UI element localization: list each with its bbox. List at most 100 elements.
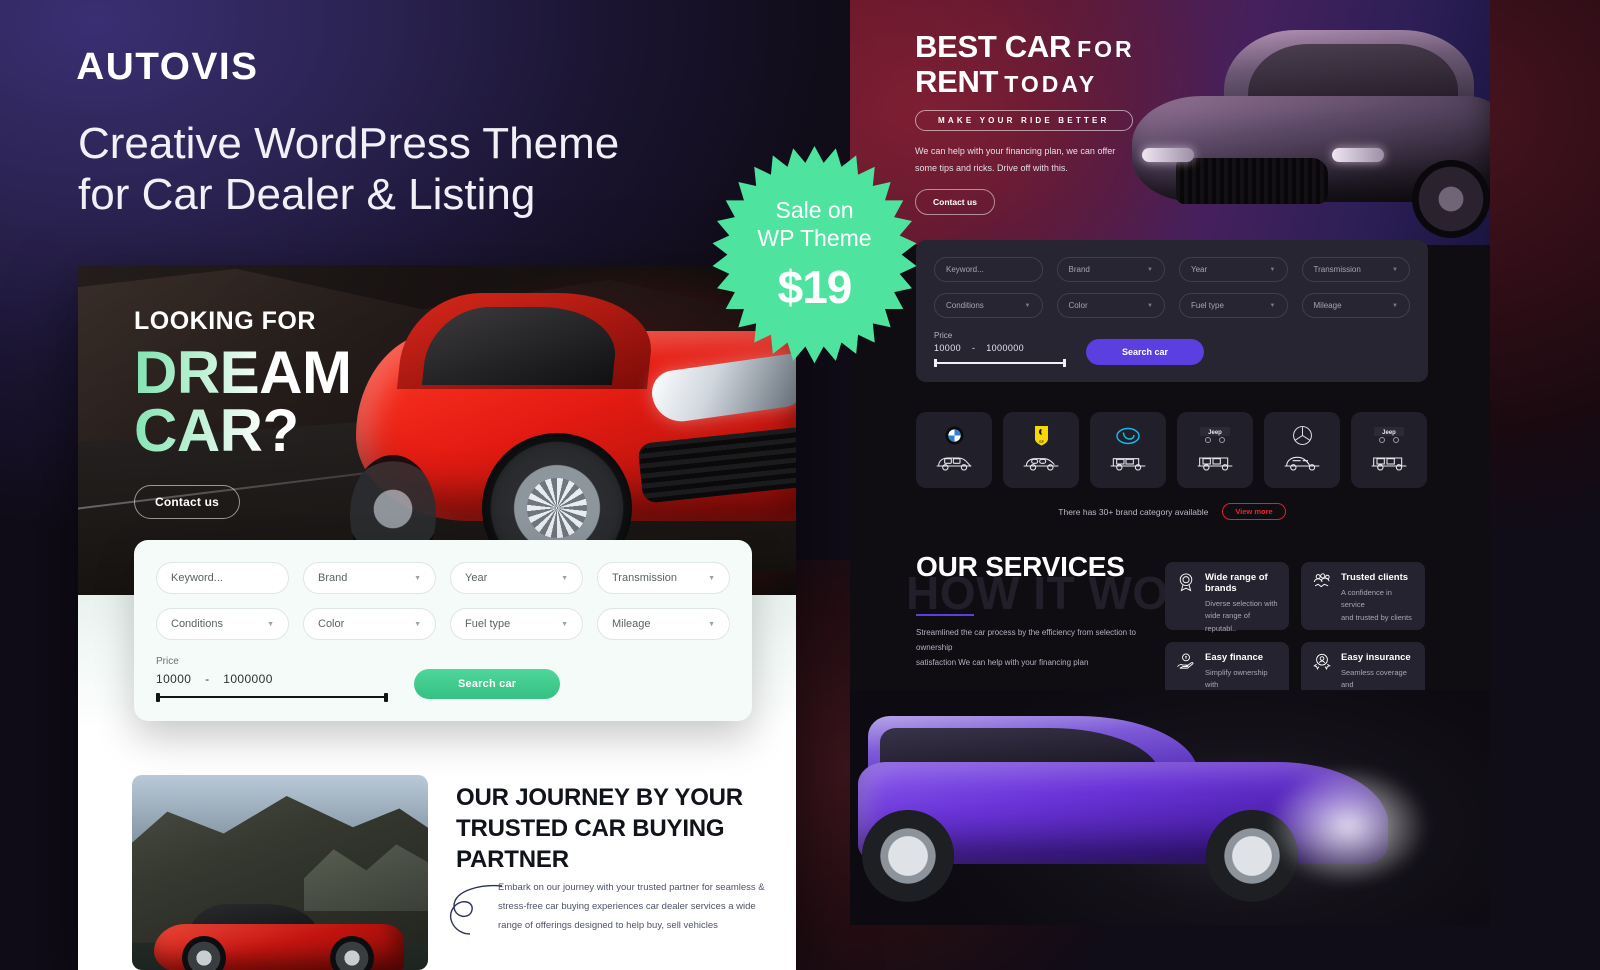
brand-tile-ferrari[interactable]: SF [1003, 412, 1079, 488]
svg-text:Jeep: Jeep [1208, 430, 1222, 436]
journey-photo [132, 775, 428, 970]
service-card-body: A confidence in service and trusted by c… [1341, 587, 1415, 624]
search-car-button[interactable]: Search car [414, 669, 561, 699]
search-field-fueltype-label: Fuel type [465, 618, 511, 630]
service-card-trusted-clients[interactable]: Trusted clients A confidence in service … [1301, 562, 1425, 630]
right-hero-desc: We can help with your financing plan, we… [915, 143, 1135, 176]
slider-knob-max[interactable] [384, 693, 388, 702]
search-field-brand[interactable]: Brand ▼ [303, 562, 436, 594]
ferrari-logo-icon: SF [1034, 424, 1049, 448]
jeep-logo-icon: Jeep [1374, 424, 1404, 448]
services-desc-line-1: Streamlined the car process by the effic… [916, 628, 1136, 653]
right-price-filter: Price 10000 - 1000000 Search car [934, 331, 1410, 367]
right-hero-line-1: BEST CAR FOR [915, 29, 1135, 65]
product-tagline: Creative WordPress Theme for Car Dealer … [78, 118, 738, 221]
r-search-car-button[interactable]: Search car [1086, 339, 1205, 365]
brand-tile-jeep-1[interactable]: Jeep [1177, 412, 1253, 488]
left-site-mockup: LOOKING FOR DREAM CAR? Contact us Keywor… [78, 265, 796, 970]
search-field-fueltype[interactable]: Fuel type ▼ [450, 608, 583, 640]
left-search-card: Keyword... Brand ▼ Year ▼ Transmission ▼… [134, 540, 752, 721]
services-rule [916, 614, 974, 616]
tagline-line-2: for Car Dealer & Listing [78, 170, 536, 220]
search-field-conditions[interactable]: Conditions ▼ [156, 608, 289, 640]
r-search-field-color[interactable]: Color ▼ [1056, 293, 1165, 318]
r-search-field-brand[interactable]: Brand ▼ [1056, 257, 1165, 282]
svg-text:SF: SF [1038, 439, 1044, 444]
price-range-slider[interactable] [156, 693, 388, 702]
r-slider-knob-max[interactable] [1063, 359, 1066, 367]
r-search-field-conditions[interactable]: Conditions ▼ [934, 293, 1043, 318]
r-search-field-keyword-label: Keyword... [946, 265, 984, 274]
r-search-field-fueltype[interactable]: Fuel type ▼ [1179, 293, 1288, 318]
service-card-title: Easy insurance [1341, 652, 1411, 663]
r-search-field-transmission[interactable]: Transmission ▼ [1301, 257, 1410, 282]
right-hero-section: BEST CAR FOR RENT TODAY MAKE YOUR RIDE BET… [850, 0, 1490, 245]
search-field-keyword-label: Keyword... [171, 572, 223, 584]
journey-title-line-3: PARTNER [456, 846, 569, 874]
car-silhouette-icon [1369, 452, 1409, 477]
hero-headline: DREAM CAR? [134, 344, 352, 459]
slider-track [156, 696, 388, 698]
brand-tile-list: SF Jeep Jeep [916, 412, 1427, 488]
hero-contact-button[interactable]: Contact us [134, 485, 241, 520]
service-card-title: Easy finance [1205, 652, 1264, 663]
brand-tile-mercedes[interactable] [1264, 412, 1340, 488]
service-card-line-1: Seamless coverage and [1341, 668, 1407, 690]
brand-tile-bmw[interactable] [916, 412, 992, 488]
r-slider-track [934, 362, 1066, 364]
brand-tile-jeep-2[interactable]: Jeep [1351, 412, 1427, 488]
purple-tesla-image [858, 706, 1428, 906]
services-title: OUR SERVICES [916, 551, 1125, 582]
bmw-logo-icon [944, 424, 964, 448]
journey-body-line-1: Embark on our journey with your trusted … [498, 882, 765, 893]
people-handshake-icon [1311, 572, 1333, 620]
chevron-down-icon: ▼ [267, 620, 274, 628]
service-card-wide-range[interactable]: Wide range of brands Diverse selection w… [1165, 562, 1289, 633]
search-field-keyword[interactable]: Keyword... [156, 562, 289, 594]
r-price-range-slider[interactable] [934, 359, 1066, 367]
view-more-button[interactable]: View more [1222, 503, 1286, 520]
brand-tile-hyundai[interactable] [1090, 412, 1166, 488]
r-search-field-year[interactable]: Year ▼ [1179, 257, 1288, 282]
r-search-field-keyword[interactable]: Keyword... [934, 257, 1043, 282]
journey-body-line-2: stress-free car buying experiences car d… [498, 901, 756, 912]
chevron-down-icon: ▼ [414, 574, 421, 582]
hero-headline-line-2: CAR? [134, 396, 299, 464]
r-price-label: Price [934, 331, 953, 340]
car-silhouette-icon [1195, 452, 1235, 477]
dark-audi-image [1112, 8, 1490, 238]
search-field-mileage-label: Mileage [612, 618, 651, 630]
r-price-values: 10000 - 1000000 [934, 343, 1066, 353]
left-search-row-2: Conditions ▼ Color ▼ Fuel type ▼ Mileage… [156, 608, 730, 640]
slider-knob-min[interactable] [156, 693, 160, 702]
right-site-mockup: BEST CAR FOR RENT TODAY MAKE YOUR RIDE BET… [850, 0, 1490, 925]
right-hero-copy: BEST CAR FOR RENT TODAY MAKE YOUR RIDE BET… [915, 29, 1135, 215]
journey-body: Embark on our journey with your trusted … [498, 878, 796, 935]
service-card-line-2: and trusted by clients [1341, 612, 1412, 622]
search-field-year[interactable]: Year ▼ [450, 562, 583, 594]
r-search-field-brand-label: Brand [1068, 265, 1090, 274]
price-max: 1000000 [223, 672, 273, 686]
price-min: 10000 [156, 672, 192, 686]
chevron-down-icon: ▼ [1392, 266, 1398, 273]
brands-footer: There has 30+ brand category available V… [916, 503, 1428, 520]
service-card-line-1: Diverse selection with [1205, 599, 1278, 608]
chevron-down-icon: ▼ [1024, 302, 1031, 309]
right-hero-contact-button[interactable]: Contact us [915, 188, 995, 215]
search-field-color[interactable]: Color ▼ [303, 608, 436, 640]
sale-badge-price: $19 [777, 261, 853, 314]
chevron-down-icon: ▼ [708, 574, 715, 582]
price-label: Price [156, 656, 179, 667]
hyundai-logo-icon [1116, 424, 1140, 448]
r-slider-knob-min[interactable] [934, 359, 937, 367]
service-card-line-2: wide range of reputabl.. [1205, 611, 1251, 633]
left-hero-copy: LOOKING FOR DREAM CAR? Contact us [134, 307, 352, 520]
search-field-transmission[interactable]: Transmission ▼ [597, 562, 730, 594]
car-silhouette-icon [1282, 452, 1322, 477]
right-search-row-1: Keyword... Brand ▼ Year ▼ Transmission ▼ [934, 257, 1410, 282]
chevron-down-icon: ▼ [1147, 266, 1153, 273]
search-field-mileage[interactable]: Mileage ▼ [597, 608, 730, 640]
left-price-filter: Price 10000 - 1000000 Search car [156, 656, 730, 702]
right-hero-line1-strong: BEST CAR [915, 29, 1072, 64]
r-search-field-mileage[interactable]: Mileage ▼ [1301, 293, 1410, 318]
